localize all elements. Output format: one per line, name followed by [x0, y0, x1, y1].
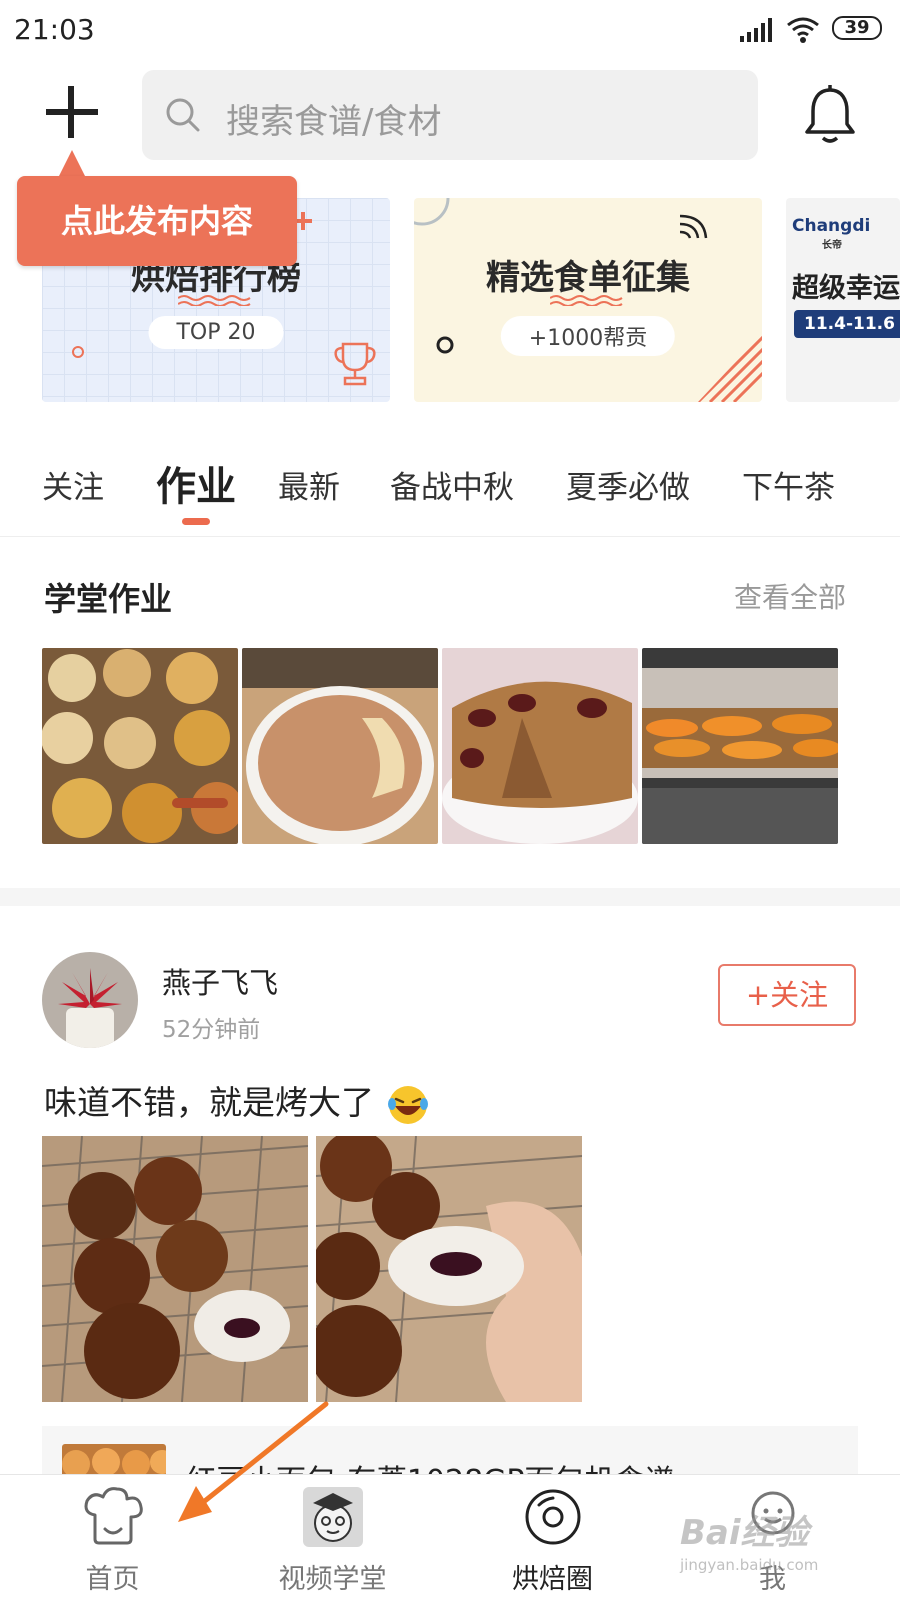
tab-latest[interactable]: 最新 [278, 462, 340, 507]
banner-badge: TOP 20 [148, 316, 284, 349]
section-divider [0, 888, 900, 906]
search-input[interactable]: 搜索食谱/食材 [142, 70, 758, 160]
add-post-button[interactable] [40, 80, 104, 144]
tab-follow[interactable]: 关注 [42, 462, 104, 507]
post-text: 味道不错，就是烤大了 [44, 1076, 429, 1126]
category-tabs: 关注 作业 最新 备战中秋 夏季必做 下午茶 [0, 440, 900, 537]
changdi-title: 超级幸运 [792, 273, 900, 304]
tab-summer[interactable]: 夏季必做 [566, 462, 690, 507]
nav-label: 视频学堂 [278, 1564, 387, 1595]
nav-home[interactable]: 首页 [0, 1475, 225, 1601]
publish-tooltip[interactable]: 点此发布内容 [17, 176, 297, 266]
squiggle-decoration [178, 295, 251, 306]
signal-decoration-icon [679, 214, 708, 239]
wifi-icon [787, 17, 819, 43]
follow-button[interactable]: +关注 [718, 964, 856, 1026]
profile-icon [751, 1491, 794, 1535]
nav-baking-circle[interactable]: 烘焙圈 [440, 1475, 665, 1601]
bottom-navigation: 首页 视频学堂 烘焙圈 我 [0, 1474, 900, 1601]
bread-hand-photo [316, 1136, 582, 1402]
nav-label: 首页 [85, 1564, 140, 1595]
homework-thumbnail[interactable] [442, 648, 638, 844]
cake-photo [242, 648, 438, 844]
squiggle-decoration [550, 295, 623, 306]
battery-icon: 39 [832, 16, 882, 40]
notification-button[interactable] [802, 84, 858, 146]
post-timestamp: 52分钟前 [162, 1017, 261, 1043]
homework-thumbnail[interactable] [642, 648, 838, 844]
date-cake-photo [442, 648, 638, 844]
laughing-emoji-icon [387, 1085, 428, 1124]
video-school-icon [302, 1487, 363, 1547]
changdi-date: 11.4-11.6 [794, 310, 900, 338]
banner-title: 精选食单征集 [486, 258, 690, 298]
bread-photo [42, 1136, 308, 1402]
status-bar: 21:03 39 [0, 0, 900, 60]
signal-icon [740, 18, 772, 42]
baking-circle-icon [525, 1489, 580, 1545]
ring-decoration-icon [436, 336, 454, 354]
arc-decoration-icon [414, 198, 450, 226]
buns-photo [42, 648, 238, 844]
avatar-image [42, 952, 138, 1048]
changdi-logo-text: Changdi [792, 216, 871, 236]
avatar[interactable] [42, 952, 138, 1048]
active-tab-indicator [182, 518, 210, 525]
nav-profile[interactable]: 我 [660, 1475, 885, 1601]
bell-icon [805, 85, 855, 143]
view-all-link[interactable]: 查看全部 [734, 576, 846, 616]
changdi-logo: Changdi 长帝 [792, 216, 870, 251]
tooltip-arrow [58, 150, 86, 178]
status-time: 21:03 [14, 13, 95, 46]
tab-afternoon-tea[interactable]: 下午茶 [742, 462, 835, 507]
post-text-content: 味道不错，就是烤大了 [44, 1083, 374, 1122]
circle-decoration-icon [72, 346, 84, 358]
search-placeholder: 搜索食谱/食材 [226, 102, 442, 142]
battery-level: 39 [844, 17, 870, 38]
homework-thumbnail[interactable] [42, 648, 238, 844]
stripes-decoration-icon [698, 334, 762, 402]
trophy-icon [334, 342, 376, 386]
banner-badge: +1000帮贡 [500, 316, 676, 356]
plus-icon [46, 86, 98, 138]
search-icon [166, 98, 200, 132]
tab-homework[interactable]: 作业 [156, 454, 236, 512]
banner-changdi-promo[interactable]: Changdi 长帝 超级幸运 11.4-11.6 [786, 198, 900, 402]
tab-mid-autumn[interactable]: 备战中秋 [390, 462, 514, 507]
banner-recipe-collection[interactable]: 精选食单征集 +1000帮贡 [414, 198, 762, 402]
post-photo[interactable] [42, 1136, 308, 1402]
homework-thumbnail[interactable] [242, 648, 438, 844]
post-photo[interactable] [316, 1136, 582, 1402]
oven-photo [642, 648, 838, 844]
changdi-logo-sub: 长帝 [822, 240, 842, 251]
post-username[interactable]: 燕子飞飞 [162, 960, 278, 1002]
homework-section-title: 学堂作业 [44, 580, 173, 618]
nav-label: 烘焙圈 [512, 1564, 593, 1595]
nav-video-school[interactable]: 视频学堂 [220, 1475, 445, 1601]
chef-hat-icon [84, 1487, 143, 1545]
nav-label: 我 [759, 1564, 786, 1595]
